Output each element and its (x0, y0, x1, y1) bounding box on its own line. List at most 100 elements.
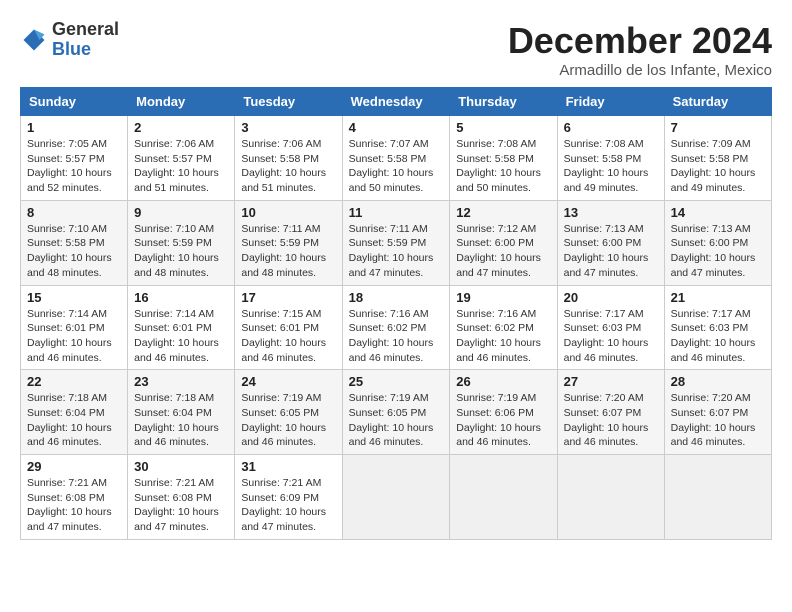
calendar-week-row: 15 Sunrise: 7:14 AM Sunset: 6:01 PM Dayli… (21, 285, 772, 370)
day-number: 23 (134, 374, 228, 389)
calendar-day-cell: 17 Sunrise: 7:15 AM Sunset: 6:01 PM Dayli… (235, 285, 342, 370)
day-info: Sunrise: 7:08 AM Sunset: 5:58 PM Dayligh… (456, 137, 550, 196)
calendar-week-row: 8 Sunrise: 7:10 AM Sunset: 5:58 PM Daylig… (21, 200, 772, 285)
calendar-week-row: 22 Sunrise: 7:18 AM Sunset: 6:04 PM Dayli… (21, 370, 772, 455)
day-number: 13 (564, 205, 658, 220)
day-number: 2 (134, 120, 228, 135)
day-number: 10 (241, 205, 335, 220)
calendar-day-cell: 29 Sunrise: 7:21 AM Sunset: 6:08 PM Dayli… (21, 455, 128, 540)
calendar-day-cell: 19Sunrise: 7:16 AM Sunset: 6:02 PM Dayli… (450, 285, 557, 370)
calendar-day-cell (342, 455, 450, 540)
calendar-day-cell (557, 455, 664, 540)
day-number: 17 (241, 290, 335, 305)
calendar-table: SundayMondayTuesdayWednesdayThursdayFrid… (20, 87, 772, 540)
calendar-header-row: SundayMondayTuesdayWednesdayThursdayFrid… (21, 88, 772, 116)
calendar-day-cell: 21 Sunrise: 7:17 AM Sunset: 6:03 PM Dayli… (664, 285, 771, 370)
page-header: General Blue December 2024 Armadillo de … (20, 20, 772, 79)
day-info: Sunrise: 7:20 AM Sunset: 6:07 PM Dayligh… (671, 391, 765, 450)
day-info: Sunrise: 7:17 AM Sunset: 6:03 PM Dayligh… (671, 307, 765, 366)
day-info: Sunrise: 7:18 AM Sunset: 6:04 PM Dayligh… (134, 391, 228, 450)
day-number: 14 (671, 205, 765, 220)
calendar-day-cell: 1Sunrise: 7:05 AM Sunset: 5:57 PM Daylig… (21, 116, 128, 201)
calendar-day-cell: 16Sunrise: 7:14 AM Sunset: 6:01 PM Dayli… (128, 285, 235, 370)
day-number: 26 (456, 374, 550, 389)
calendar-day-cell: 11 Sunrise: 7:11 AM Sunset: 5:59 PM Dayli… (342, 200, 450, 285)
day-info: Sunrise: 7:06 AM Sunset: 5:57 PM Dayligh… (134, 137, 228, 196)
calendar-day-cell: 13 Sunrise: 7:13 AM Sunset: 6:00 PM Dayli… (557, 200, 664, 285)
calendar-day-cell: 24Sunrise: 7:19 AM Sunset: 6:05 PM Dayli… (235, 370, 342, 455)
day-info: Sunrise: 7:19 AM Sunset: 6:05 PM Dayligh… (349, 391, 444, 450)
calendar-day-cell: 14Sunrise: 7:13 AM Sunset: 6:00 PM Dayli… (664, 200, 771, 285)
calendar-day-cell: 6 Sunrise: 7:08 AM Sunset: 5:58 PM Daylig… (557, 116, 664, 201)
day-of-week-header: Thursday (450, 88, 557, 116)
calendar-day-cell: 4Sunrise: 7:07 AM Sunset: 5:58 PM Daylig… (342, 116, 450, 201)
day-of-week-header: Monday (128, 88, 235, 116)
day-info: Sunrise: 7:10 AM Sunset: 5:58 PM Dayligh… (27, 222, 121, 281)
calendar-day-cell: 7Sunrise: 7:09 AM Sunset: 5:58 PM Daylig… (664, 116, 771, 201)
day-of-week-header: Wednesday (342, 88, 450, 116)
day-number: 5 (456, 120, 550, 135)
calendar-day-cell: 31 Sunrise: 7:21 AM Sunset: 6:09 PM Dayli… (235, 455, 342, 540)
day-info: Sunrise: 7:16 AM Sunset: 6:02 PM Dayligh… (349, 307, 444, 366)
day-number: 28 (671, 374, 765, 389)
day-number: 16 (134, 290, 228, 305)
day-number: 22 (27, 374, 121, 389)
day-number: 20 (564, 290, 658, 305)
day-info: Sunrise: 7:19 AM Sunset: 6:06 PM Dayligh… (456, 391, 550, 450)
calendar-day-cell: 15 Sunrise: 7:14 AM Sunset: 6:01 PM Dayli… (21, 285, 128, 370)
day-number: 15 (27, 290, 121, 305)
day-number: 9 (134, 205, 228, 220)
calendar-day-cell: 10Sunrise: 7:11 AM Sunset: 5:59 PM Dayli… (235, 200, 342, 285)
calendar-day-cell: 12 Sunrise: 7:12 AM Sunset: 6:00 PM Dayli… (450, 200, 557, 285)
calendar-day-cell: 27Sunrise: 7:20 AM Sunset: 6:07 PM Dayli… (557, 370, 664, 455)
location: Armadillo de los Infante, Mexico (508, 62, 772, 79)
day-info: Sunrise: 7:09 AM Sunset: 5:58 PM Dayligh… (671, 137, 765, 196)
day-number: 18 (349, 290, 444, 305)
calendar-day-cell: 2 Sunrise: 7:06 AM Sunset: 5:57 PM Daylig… (128, 116, 235, 201)
calendar-day-cell: 20 Sunrise: 7:17 AM Sunset: 6:03 PM Dayli… (557, 285, 664, 370)
day-number: 3 (241, 120, 335, 135)
day-number: 6 (564, 120, 658, 135)
logo-icon (20, 26, 48, 54)
day-info: Sunrise: 7:08 AM Sunset: 5:58 PM Dayligh… (564, 137, 658, 196)
day-number: 31 (241, 459, 335, 474)
calendar-day-cell: 23 Sunrise: 7:18 AM Sunset: 6:04 PM Dayli… (128, 370, 235, 455)
day-info: Sunrise: 7:07 AM Sunset: 5:58 PM Dayligh… (349, 137, 444, 196)
calendar-day-cell (450, 455, 557, 540)
day-info: Sunrise: 7:21 AM Sunset: 6:08 PM Dayligh… (134, 476, 228, 535)
day-number: 30 (134, 459, 228, 474)
calendar-day-cell: 25Sunrise: 7:19 AM Sunset: 6:05 PM Dayli… (342, 370, 450, 455)
day-info: Sunrise: 7:13 AM Sunset: 6:00 PM Dayligh… (564, 222, 658, 281)
day-info: Sunrise: 7:21 AM Sunset: 6:08 PM Dayligh… (27, 476, 121, 535)
calendar-week-row: 1Sunrise: 7:05 AM Sunset: 5:57 PM Daylig… (21, 116, 772, 201)
logo-general: General (52, 20, 119, 40)
day-info: Sunrise: 7:10 AM Sunset: 5:59 PM Dayligh… (134, 222, 228, 281)
calendar-day-cell: 26 Sunrise: 7:19 AM Sunset: 6:06 PM Dayli… (450, 370, 557, 455)
day-of-week-header: Saturday (664, 88, 771, 116)
day-info: Sunrise: 7:16 AM Sunset: 6:02 PM Dayligh… (456, 307, 550, 366)
day-info: Sunrise: 7:12 AM Sunset: 6:00 PM Dayligh… (456, 222, 550, 281)
day-info: Sunrise: 7:06 AM Sunset: 5:58 PM Dayligh… (241, 137, 335, 196)
calendar-day-cell: 18 Sunrise: 7:16 AM Sunset: 6:02 PM Dayli… (342, 285, 450, 370)
day-number: 29 (27, 459, 121, 474)
calendar-day-cell: 8 Sunrise: 7:10 AM Sunset: 5:58 PM Daylig… (21, 200, 128, 285)
day-info: Sunrise: 7:19 AM Sunset: 6:05 PM Dayligh… (241, 391, 335, 450)
day-number: 21 (671, 290, 765, 305)
day-info: Sunrise: 7:11 AM Sunset: 5:59 PM Dayligh… (349, 222, 444, 281)
day-number: 8 (27, 205, 121, 220)
calendar-day-cell: 3 Sunrise: 7:06 AM Sunset: 5:58 PM Daylig… (235, 116, 342, 201)
day-info: Sunrise: 7:21 AM Sunset: 6:09 PM Dayligh… (241, 476, 335, 535)
day-info: Sunrise: 7:18 AM Sunset: 6:04 PM Dayligh… (27, 391, 121, 450)
logo-blue: Blue (52, 40, 119, 60)
day-number: 12 (456, 205, 550, 220)
day-of-week-header: Sunday (21, 88, 128, 116)
day-number: 27 (564, 374, 658, 389)
day-info: Sunrise: 7:17 AM Sunset: 6:03 PM Dayligh… (564, 307, 658, 366)
month-title: December 2024 (508, 20, 772, 62)
day-info: Sunrise: 7:14 AM Sunset: 6:01 PM Dayligh… (27, 307, 121, 366)
day-info: Sunrise: 7:15 AM Sunset: 6:01 PM Dayligh… (241, 307, 335, 366)
calendar-day-cell: 22 Sunrise: 7:18 AM Sunset: 6:04 PM Dayli… (21, 370, 128, 455)
day-of-week-header: Tuesday (235, 88, 342, 116)
day-info: Sunrise: 7:05 AM Sunset: 5:57 PM Dayligh… (27, 137, 121, 196)
day-number: 11 (349, 205, 444, 220)
